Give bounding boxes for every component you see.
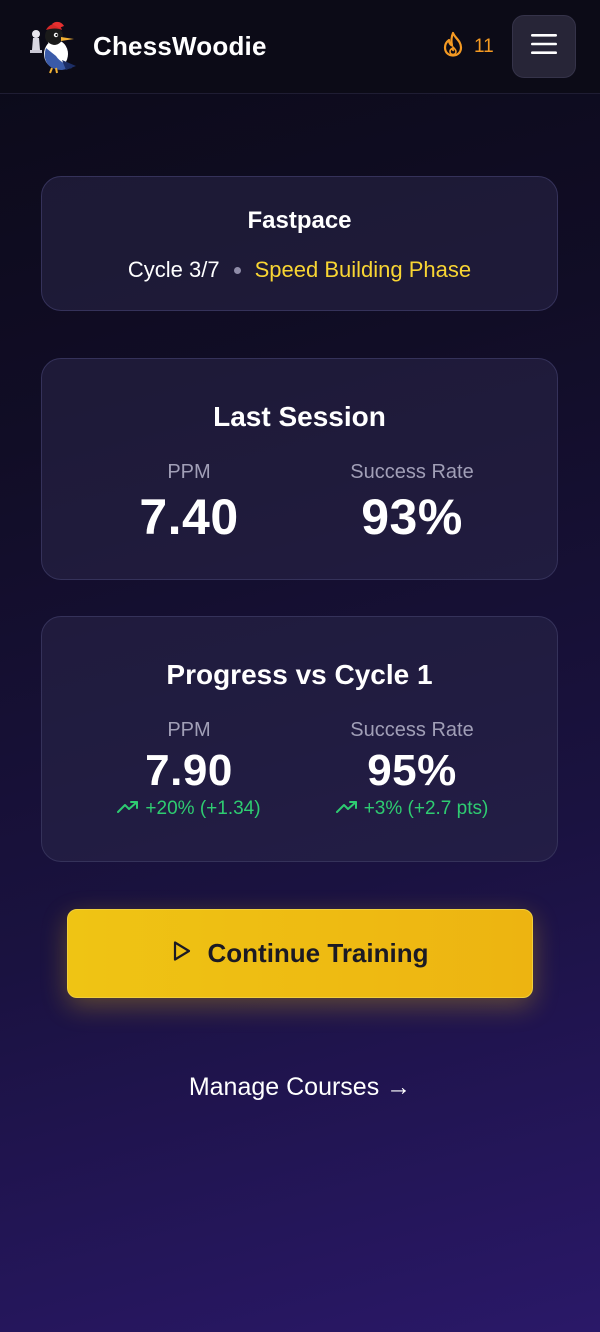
success-rate-value: 93% [361, 489, 463, 545]
ppm-delta-text: +20% (+1.34) [145, 798, 261, 819]
continue-training-label: Continue Training [207, 938, 429, 968]
woodpecker-logo-icon[interactable] [26, 20, 80, 74]
trending-up-icon [117, 798, 139, 820]
separator-dot [233, 266, 241, 274]
progress-title: Progress vs Cycle 1 [166, 659, 433, 690]
success-rate-delta-text: +3% (+2.7 pts) [363, 798, 489, 819]
success-rate-delta: +3% (+2.7 pts) [302, 798, 522, 820]
streak-count: 11 [474, 36, 494, 57]
manage-courses-link[interactable]: Manage Courses → [0, 1073, 600, 1102]
ppm-delta: +20% (+1.34) [79, 798, 299, 820]
ppm-value: 7.90 [145, 746, 233, 795]
menu-button[interactable] [512, 15, 576, 78]
trending-up-icon [335, 798, 358, 820]
success-rate-label: Success Rate [350, 461, 474, 483]
hamburger-menu-icon [530, 32, 558, 61]
cycle-info: Cycle 3/7 Speed Building Phase [42, 257, 557, 283]
play-icon [172, 938, 192, 969]
progress-ppm: PPM 7.90 +20% (+1.34) [79, 719, 299, 820]
success-rate-label: Success Rate [350, 719, 474, 741]
last-session-title: Last Session [213, 401, 386, 432]
top-bar: ChessWoodie 11 [0, 0, 600, 94]
flame-icon [442, 31, 464, 63]
last-session-card: Last Session PPM 7.40 Success Rate 93% [41, 358, 558, 580]
continue-training-button[interactable]: Continue Training [67, 909, 533, 998]
progress-card: Progress vs Cycle 1 PPM 7.90 +20% (+1.34… [41, 616, 558, 862]
ppm-value: 7.40 [139, 489, 239, 545]
brand-name[interactable]: ChessWoodie [93, 31, 267, 62]
course-name: Fastpace [247, 207, 352, 234]
ppm-label: PPM [167, 719, 211, 741]
success-rate-value: 95% [367, 746, 457, 795]
last-session-ppm: PPM 7.40 [79, 461, 299, 546]
last-session-success-rate: Success Rate 93% [302, 461, 522, 546]
course-card: Fastpace Cycle 3/7 Speed Building Phase [41, 176, 558, 311]
progress-success-rate: Success Rate 95% +3% (+2.7 pts) [302, 719, 522, 820]
streak-counter[interactable]: 11 [442, 30, 494, 64]
cycle-label: Cycle 3/7 [127, 257, 220, 282]
phase-label: Speed Building Phase [254, 257, 472, 282]
ppm-label: PPM [167, 461, 211, 483]
